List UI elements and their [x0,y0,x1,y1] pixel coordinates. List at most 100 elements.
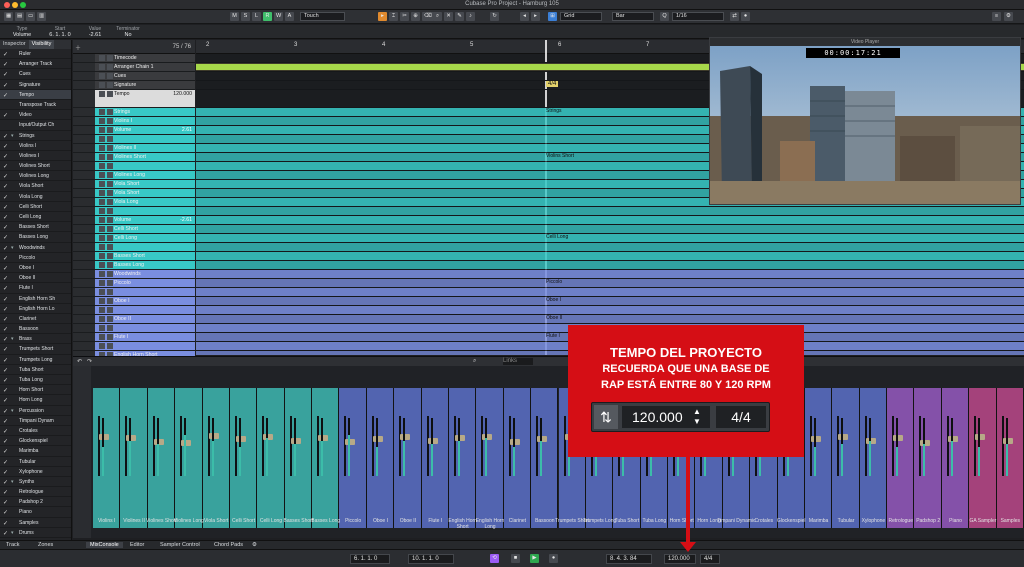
tempo-track-icon[interactable]: ⇅ [594,405,618,429]
visibility-check-icon[interactable]: ✓ [3,437,8,445]
tempo-up-icon[interactable]: ▲ [693,407,701,416]
visibility-item[interactable]: ✓ Violins I [0,141,71,151]
track-row[interactable] [73,243,195,252]
event-lane[interactable] [196,207,1024,216]
visibility-item[interactable]: ✓ Trumpets Short [0,344,71,355]
zoom-tool-icon[interactable]: ⌕ [433,12,442,21]
track-solo-button[interactable] [107,199,113,205]
track-row[interactable]: Oboe I [73,297,195,306]
track-solo-button[interactable] [107,289,113,295]
track-row[interactable]: Volume 2.61 [73,126,195,135]
track-row[interactable]: Oboe II [73,315,195,324]
tab-zones[interactable]: Zones [38,542,53,548]
track-solo-button[interactable] [107,271,113,277]
tab-chord-pads[interactable]: Chord Pads [214,542,243,548]
visibility-check-icon[interactable]: ✓ [3,529,8,537]
toolbar-settings-icon[interactable]: ⚙ [1004,12,1013,21]
track-row[interactable]: Viola Long [73,198,195,207]
track-row[interactable]: Viola Short [73,189,195,198]
track-row[interactable]: Volume -2.61 [73,216,195,225]
track-mute-button[interactable] [99,289,105,295]
track-solo-button[interactable] [107,208,113,214]
visibility-check-icon[interactable]: ✓ [3,60,8,68]
track-row[interactable] [73,324,195,333]
track-row[interactable]: Celli Short [73,225,195,234]
visibility-item[interactable]: ✓ Retrologue [0,487,71,498]
tab-editor[interactable]: Editor [130,542,144,548]
track-solo-button[interactable] [107,118,113,124]
fader-handle[interactable] [947,436,958,443]
visibility-item[interactable]: ✓ Signature [0,80,71,90]
visibility-check-icon[interactable]: ✓ [3,213,8,221]
event-lane[interactable] [196,279,1024,288]
track-mute-button[interactable] [99,55,105,61]
channel-strip[interactable] [941,388,970,528]
track-solo-button[interactable] [107,163,113,169]
track-solo-button[interactable] [107,334,113,340]
tab-sampler-control[interactable]: Sampler Control [160,542,200,548]
visibility-item[interactable]: Input/Output Ch [0,120,71,131]
track-mute-button[interactable] [99,118,105,124]
visibility-check-icon[interactable]: ✓ [3,284,8,292]
visibility-item[interactable]: ✓ Cues [0,69,71,80]
track-mute-button[interactable] [99,271,105,277]
info-start[interactable]: Start 6. 1. 1. 0 [40,26,80,38]
visibility-item[interactable]: ✓ Viola Short [0,181,71,192]
folder-chevron-icon[interactable]: ▾ [11,477,14,486]
visibility-check-icon[interactable]: ✓ [3,244,8,252]
visibility-item[interactable]: ✓ English Horn Sh [0,294,71,304]
erase-tool-icon[interactable]: ⌫ [422,12,434,21]
fader-handle[interactable] [454,435,465,442]
track-solo-button[interactable] [107,280,113,286]
channel-strip[interactable] [969,388,997,528]
mixer-search-icon[interactable]: ⌕ [473,358,476,365]
object-selection-tool-icon[interactable]: ▸ [378,12,387,21]
event-lane[interactable] [196,252,1024,261]
track-row[interactable]: Arranger Chain 1 [73,63,195,72]
visibility-item[interactable]: ✓ Tuba Short [0,365,71,375]
visibility-item[interactable]: ✓ Celli Short [0,202,71,212]
mute-tool-icon[interactable]: ✕ [444,12,453,21]
visibility-item[interactable]: ✓ Piccolo [0,253,71,263]
track-mute-button[interactable] [99,73,105,79]
visibility-item[interactable]: ✓ Crotales [0,426,71,437]
track-mute-button[interactable] [99,307,105,313]
event-lane[interactable] [196,315,1024,324]
track-mute-button[interactable] [99,298,105,304]
fader-handle[interactable] [263,434,274,440]
play-button[interactable]: ▶ [530,554,539,563]
info-terminator[interactable]: Terminator No [110,26,146,38]
stop-button[interactable]: ■ [511,554,520,563]
track-row[interactable]: Woodwinds [73,270,195,279]
visibility-item[interactable]: ✓ Tubular [0,457,71,467]
track-solo-button[interactable] [107,91,113,97]
automation-mode-button[interactable]: A [285,12,294,21]
track-solo-button[interactable] [107,136,113,142]
channel-strip[interactable] [257,388,285,528]
visibility-check-icon[interactable]: ✓ [3,70,8,78]
folder-chevron-icon[interactable]: ▾ [11,243,14,252]
visibility-item[interactable]: ✓ English Horn Lo [0,304,71,314]
visibility-check-icon[interactable]: ✓ [3,376,8,384]
right-locator[interactable]: 10. 1. 1. 0 [408,554,454,564]
tab-inspector[interactable]: Inspector [0,40,29,49]
channel-strip[interactable] [996,388,1024,528]
track-mute-button[interactable] [99,208,105,214]
channel-strip[interactable] [202,388,230,528]
visibility-check-icon[interactable]: ✓ [3,305,8,313]
track-solo-button[interactable] [107,226,113,232]
visibility-check-icon[interactable]: ✓ [3,203,8,211]
visibility-item[interactable]: ✓ Glockenspiel [0,436,71,447]
color-menu-icon[interactable]: ● [741,12,750,21]
track-row[interactable]: Strings [73,108,195,117]
visibility-item[interactable]: ✓ Oboe I [0,263,71,274]
track-mute-button[interactable] [99,172,105,178]
track-solo-button[interactable] [107,343,113,349]
channel-strip[interactable] [366,388,395,528]
info-value[interactable]: Value -2.61 [80,26,110,38]
folder-chevron-icon[interactable]: ▾ [11,406,14,415]
fader-handle[interactable] [153,438,164,445]
track-mute-button[interactable] [99,82,105,88]
track-mute-button[interactable] [99,343,105,349]
track-mute-button[interactable] [99,334,105,340]
